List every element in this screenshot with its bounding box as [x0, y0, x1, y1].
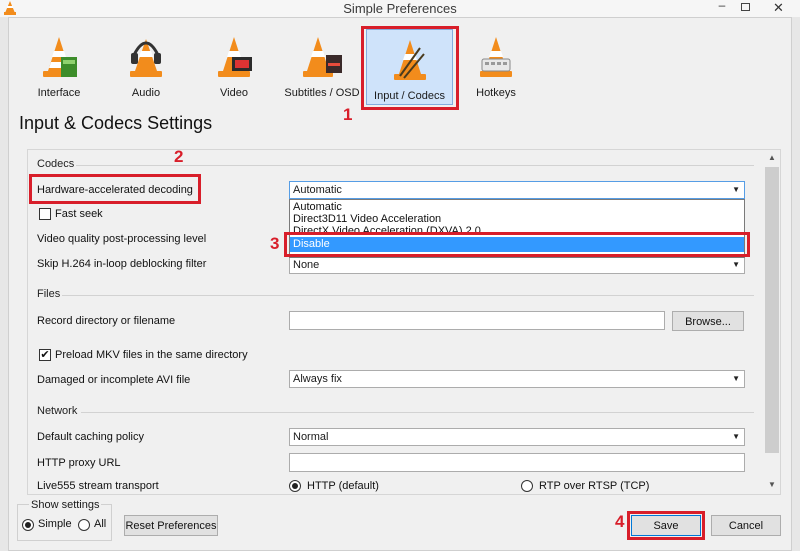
fast-seek-label: Fast seek	[55, 208, 103, 220]
annotation-number-4: 4	[615, 512, 625, 531]
skip-h264-label: Skip H.264 in-loop deblocking filter	[37, 258, 207, 270]
category-label: Audio	[131, 87, 161, 99]
category-video[interactable]: Video	[192, 27, 276, 105]
chevron-down-icon: ▼	[732, 260, 740, 269]
scrollbar-thumb[interactable]	[765, 167, 779, 453]
maximize-icon	[740, 3, 750, 11]
category-label: Subtitles / OSD	[284, 87, 360, 99]
annotation-highlight-2	[29, 174, 201, 204]
scroll-down-arrow-icon[interactable]: ▼	[764, 477, 780, 493]
cone-film-icon	[218, 37, 252, 77]
category-subtitles-osd[interactable]: Subtitles / OSD	[280, 27, 364, 105]
live555-rtsp-radio[interactable]	[521, 480, 533, 492]
close-button[interactable]: ✕	[757, 0, 800, 17]
combobox-value: Normal	[293, 431, 329, 443]
live555-label: Live555 stream transport	[37, 480, 159, 492]
caching-policy-label: Default caching policy	[37, 431, 145, 443]
category-label: Video	[220, 87, 248, 99]
show-all-label: All	[94, 518, 107, 530]
combobox-value: None	[293, 259, 320, 271]
section-divider	[62, 295, 754, 296]
damaged-avi-combobox[interactable]: Always fix ▼	[289, 370, 745, 388]
scroll-up-arrow-icon[interactable]: ▲	[764, 150, 780, 166]
record-dir-input[interactable]	[289, 311, 665, 330]
combobox-value: Automatic	[293, 184, 342, 196]
cancel-button[interactable]: Cancel	[711, 515, 781, 536]
cone-headphones-icon	[130, 39, 162, 77]
browse-button[interactable]: Browse...	[672, 311, 744, 331]
annotation-highlight-1	[361, 26, 459, 110]
annotation-number-3: 3	[270, 234, 280, 253]
show-simple-radio[interactable]	[22, 519, 34, 531]
category-label: Interface	[37, 87, 81, 99]
reset-preferences-button[interactable]: Reset Preferences	[124, 515, 218, 536]
page-title: Input & Codecs Settings	[19, 113, 213, 133]
hw-decoding-combobox[interactable]: Automatic ▼	[289, 181, 745, 199]
fast-seek-checkbox[interactable]	[39, 208, 51, 220]
chevron-down-icon: ▼	[732, 185, 740, 194]
http-proxy-input[interactable]	[289, 453, 745, 472]
live555-rtsp-label: RTP over RTSP (TCP)	[539, 480, 650, 492]
category-label: Hotkeys	[476, 87, 516, 99]
show-all-radio[interactable]	[78, 519, 90, 531]
annotation-highlight-4	[627, 511, 705, 540]
live555-row: Live555 stream transport HTTP (default) …	[28, 477, 764, 494]
show-simple-label: Simple	[38, 518, 72, 530]
skip-h264-combobox[interactable]: None ▼	[289, 256, 745, 274]
damaged-avi-label: Damaged or incomplete AVI file	[37, 374, 191, 386]
annotation-highlight-3	[284, 232, 750, 257]
section-divider	[81, 412, 754, 413]
vq-postproc-label: Video quality post-processing level	[37, 233, 207, 245]
annotation-number-1: 1	[343, 105, 353, 124]
chevron-down-icon: ▼	[732, 432, 740, 441]
caching-policy-combobox[interactable]: Normal ▼	[289, 428, 745, 446]
cone-hotkeys-icon	[480, 37, 512, 77]
cone-interface-icon	[43, 37, 77, 77]
http-proxy-label: HTTP proxy URL	[37, 457, 121, 469]
section-files-title: Files	[37, 288, 61, 300]
show-settings-label: Show settings	[29, 499, 102, 511]
section-codecs-title: Codecs	[37, 158, 75, 170]
window-title: Simple Preferences	[343, 1, 457, 16]
preload-mkv-checkbox[interactable]: ✔	[39, 349, 51, 361]
record-dir-label: Record directory or filename	[37, 315, 176, 327]
preload-mkv-label: Preload MKV files in the same directory	[55, 349, 248, 361]
minimize-button[interactable]: –	[711, 0, 733, 15]
maximize-button[interactable]	[734, 0, 756, 15]
combobox-value: Always fix	[293, 373, 342, 385]
section-network-title: Network	[37, 405, 78, 417]
live555-http-label: HTTP (default)	[307, 480, 379, 492]
category-hotkeys[interactable]: Hotkeys	[454, 27, 538, 105]
live555-http-radio[interactable]	[289, 480, 301, 492]
annotation-number-2: 2	[174, 147, 184, 166]
category-interface[interactable]: Interface	[17, 27, 101, 105]
cone-subtitles-icon	[303, 37, 342, 77]
chevron-down-icon: ▼	[732, 374, 740, 383]
category-audio[interactable]: Audio	[104, 27, 188, 105]
